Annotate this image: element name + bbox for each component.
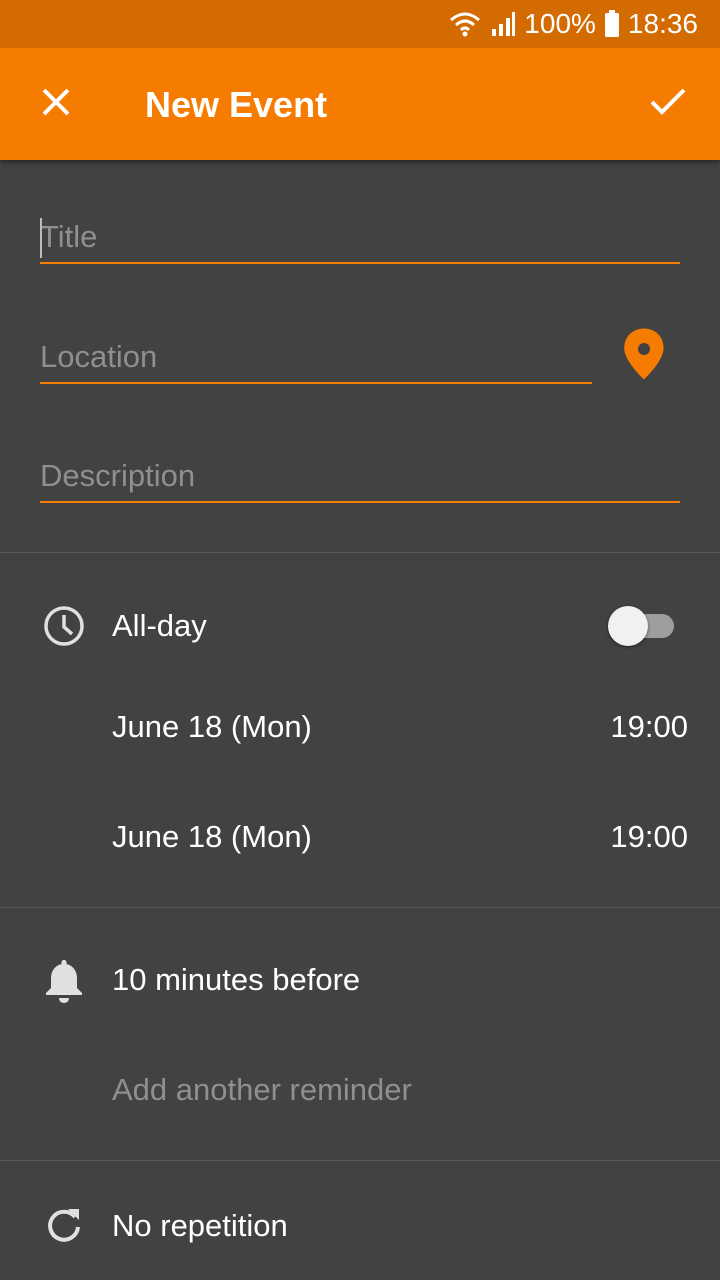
title-input[interactable] [40,214,680,260]
description-input[interactable] [40,453,680,499]
battery-icon [604,10,620,38]
close-button[interactable] [24,72,88,136]
description-field[interactable] [40,453,680,503]
start-time[interactable]: 19:00 [610,707,688,747]
save-button[interactable] [636,72,700,136]
app-bar: New Event [0,48,720,160]
repeat-icon [42,1203,86,1247]
check-icon [649,87,687,122]
map-pin-icon[interactable] [616,322,672,388]
reminder-item[interactable]: 10 minutes before [112,960,360,1000]
bell-icon [42,956,86,1003]
repetition-option[interactable]: No repetition [112,1206,288,1246]
status-bar: 100% 18:36 [0,0,720,48]
divider [0,1160,720,1161]
divider [0,907,720,908]
wifi-icon [448,10,482,38]
title-field[interactable] [40,214,680,264]
location-input[interactable] [40,334,592,380]
battery-percent: 100% [524,8,596,39]
status-icons: 100% 18:36 [448,0,698,48]
toggle-thumb [608,606,648,646]
text-cursor [40,218,42,258]
signal-icon [490,11,516,37]
divider [0,552,720,553]
end-date[interactable]: June 18 (Mon) [112,817,312,857]
location-field[interactable] [40,334,592,384]
clock-icon [42,604,86,648]
close-icon [41,87,71,122]
page-title: New Event [145,84,328,125]
start-date[interactable]: June 18 (Mon) [112,707,312,747]
all-day-label: All-day [112,608,207,643]
end-time[interactable]: 19:00 [610,817,688,857]
clock-time: 18:36 [627,8,698,39]
all-day-toggle[interactable] [608,606,674,646]
add-reminder-button[interactable]: Add another reminder [112,1070,412,1110]
